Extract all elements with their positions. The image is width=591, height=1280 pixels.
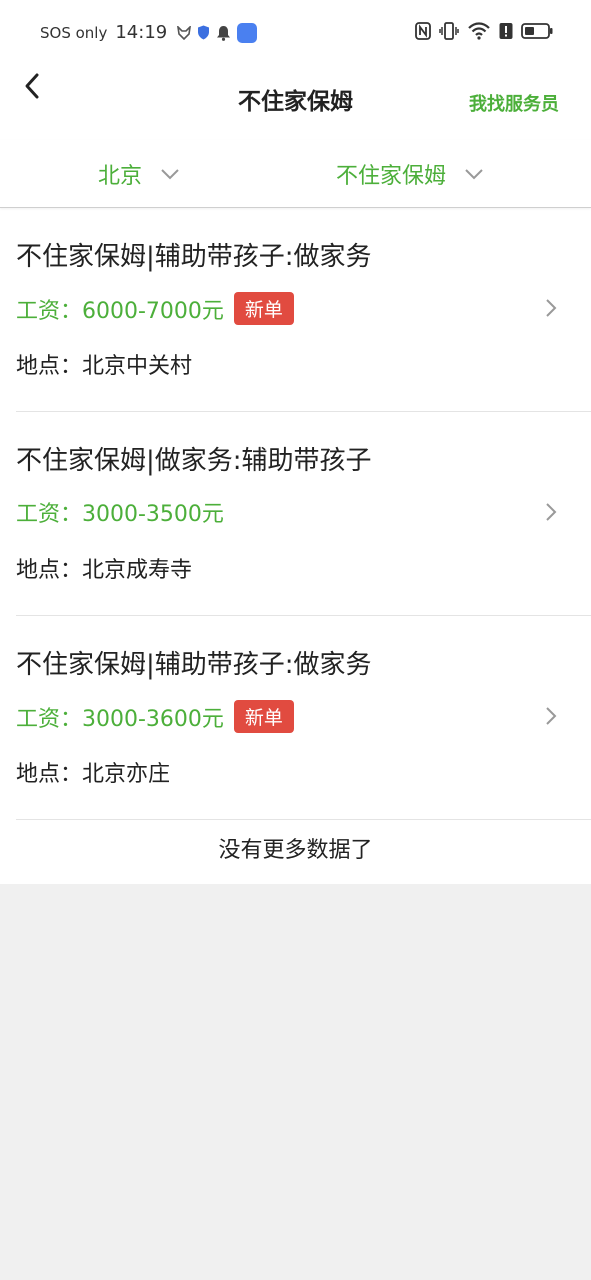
status-right (415, 22, 553, 40)
status-bar: SOS only 14:19 (0, 0, 591, 66)
job-location: 地点：北京亦庄 (16, 762, 171, 787)
chevron-right-icon (546, 707, 557, 725)
battery-icon (521, 23, 553, 39)
fox-icon (177, 25, 192, 40)
job-salary: 工资：3000-3600元 (16, 706, 224, 732)
job-list: 不住家保姆|辅助带孩子:做家务 工资：6000-7000元 新单 地点：北京中关… (0, 208, 591, 820)
job-list-item[interactable]: 不住家保姆|辅助带孩子:做家务 工资：6000-7000元 新单 地点：北京中关… (16, 208, 591, 412)
status-left: SOS only 14:19 (40, 22, 258, 43)
city-filter-label: 北京 (98, 164, 143, 189)
filter-bar: 北京 不住家保姆 (0, 140, 591, 208)
chevron-right-icon (546, 299, 557, 317)
find-service-staff-link[interactable]: 我找服务员 (469, 90, 559, 116)
salary-row: 工资：3000-3500元 (16, 496, 224, 528)
wifi-icon (468, 22, 490, 40)
salary-row: 工资：6000-7000元 新单 (16, 292, 294, 325)
job-salary: 工资：6000-7000元 (16, 298, 224, 324)
job-list-item[interactable]: 不住家保姆|做家务:辅助带孩子 工资：3000-3500元 地点：北京成寿寺 (16, 412, 591, 616)
job-list-item[interactable]: 不住家保姆|辅助带孩子:做家务 工资：3000-3600元 新单 地点：北京亦庄 (16, 616, 591, 820)
clock: 14:19 (115, 22, 168, 43)
chevron-down-icon (465, 169, 483, 180)
chevron-down-icon (161, 169, 179, 180)
chevron-right-icon (546, 503, 557, 521)
alert-icon (499, 23, 513, 39)
job-title: 不住家保姆|做家务:辅助带孩子 (16, 446, 372, 476)
nfc-icon (415, 22, 431, 40)
salary-row: 工资：3000-3600元 新单 (16, 700, 294, 733)
bell-icon (217, 25, 231, 41)
city-filter-dropdown[interactable]: 北京 (98, 158, 180, 190)
app-icon (237, 22, 258, 43)
shield-icon (198, 25, 210, 40)
job-location: 地点：北京中关村 (16, 354, 193, 379)
job-title: 不住家保姆|辅助带孩子:做家务 (16, 650, 372, 680)
no-more-data-text: 没有更多数据了 (218, 838, 373, 863)
nav-bar: 不住家保姆 我找服务员 (0, 66, 591, 130)
new-order-badge: 新单 (233, 700, 294, 733)
job-location: 地点：北京成寿寺 (16, 558, 193, 583)
vibrate-icon (439, 22, 459, 40)
job-title: 不住家保姆|辅助带孩子:做家务 (16, 242, 372, 272)
sos-status: SOS only (40, 23, 108, 42)
new-order-badge: 新单 (233, 292, 294, 325)
type-filter-label: 不住家保姆 (336, 164, 447, 189)
type-filter-dropdown[interactable]: 不住家保姆 (336, 158, 484, 190)
screen: SOS only 14:19 不住家保姆 我找服务员 北京 不住家保姆 不住家保… (0, 0, 591, 1280)
job-salary: 工资：3000-3500元 (16, 502, 224, 527)
